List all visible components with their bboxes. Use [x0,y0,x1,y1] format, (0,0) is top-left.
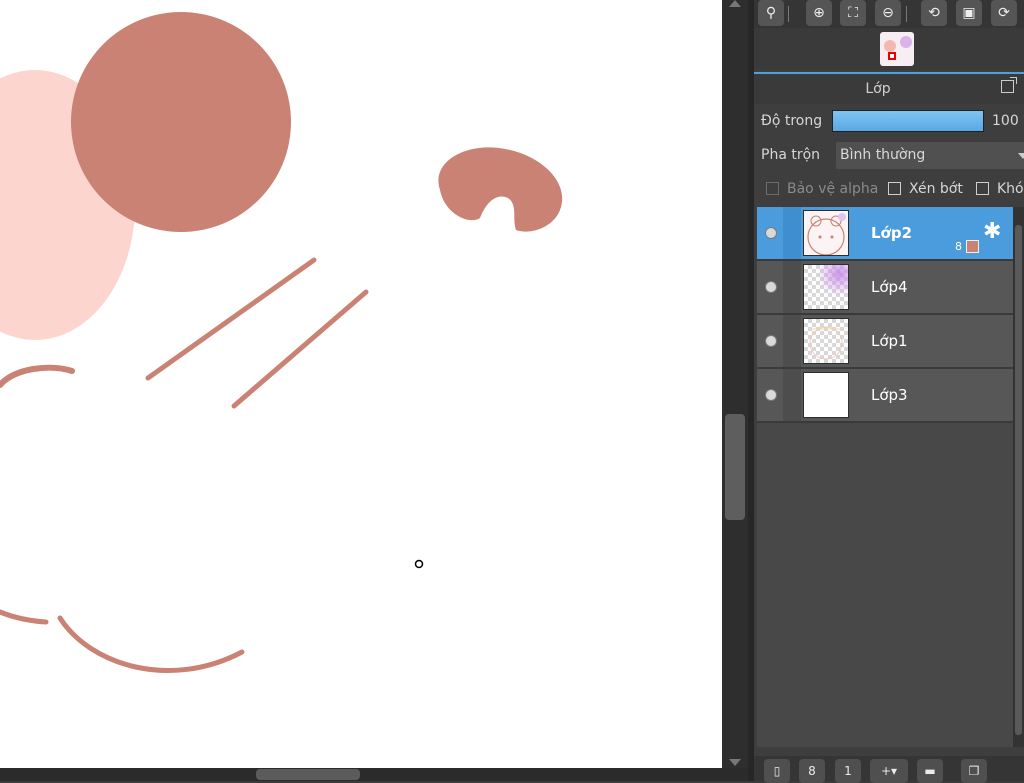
rotate-right-icon[interactable]: ⟳ [991,0,1017,26]
preview-purple-shape [900,36,912,48]
visibility-eye-icon[interactable] [765,389,777,401]
new-8bit-layer-icon[interactable]: 8 [799,759,825,783]
drawing-canvas[interactable] [0,0,722,768]
layer-row-lop2[interactable]: Lớp2 8 ✱ [757,207,1013,261]
clipping-label: Xén bớt [909,181,963,197]
stroke-bottom-left [0,609,49,625]
layer-name: Lớp4 [871,278,908,296]
brush-cursor [414,559,424,569]
canvas-horizontal-scroll-thumb[interactable] [256,769,360,780]
detach-panel-icon[interactable] [1001,77,1017,93]
layer-row-lop4[interactable]: Lớp4 [757,261,1013,315]
layer-name: Lớp2 [871,224,913,242]
layer-thumbnail-art [804,265,848,309]
protect-alpha-label: Bảo vệ alpha [787,181,879,197]
lock-label: Khóa [997,181,1024,197]
layer-option-strip[interactable] [783,315,801,367]
canvas-horizontal-scrollbar[interactable] [0,768,748,781]
opacity-slider[interactable] [832,110,984,132]
layer-thumbnail [803,264,849,310]
toolbar-separator [788,6,789,22]
layer-name: Lớp1 [871,332,908,350]
blend-mode-label: Pha trộn [761,147,821,163]
new-1bit-layer-icon[interactable]: 1 [835,759,861,783]
blend-mode-select[interactable]: Bình thường [836,142,1024,169]
layer-list-scrollbar[interactable] [1013,207,1024,747]
canvas-preview-thumbnail[interactable] [880,32,914,66]
scroll-up-arrow-icon[interactable] [729,0,741,7]
stroke-line-2 [231,289,369,409]
stroke-arc-left [0,364,75,388]
clipping-checkbox[interactable] [888,182,901,195]
canvas-vertical-scrollbar[interactable] [722,0,748,768]
protect-alpha-checkbox[interactable] [766,182,779,195]
visibility-eye-icon[interactable] [765,227,777,239]
brown-circle-shape [71,12,291,232]
chevron-down-icon [1018,153,1024,159]
brown-bean-shape [438,147,563,232]
add-layer-menu-icon[interactable]: +▾ [870,759,908,783]
layer-option-strip[interactable] [783,261,801,313]
layer-panel-title: Lớp [865,81,891,97]
layer-thumbnail-sketch [807,213,846,255]
lock-checkbox[interactable] [976,182,989,195]
layer-option-strip[interactable] [783,207,801,259]
rotate-left-icon[interactable]: ⟲ [921,0,947,26]
scroll-down-arrow-icon[interactable] [729,759,741,766]
opacity-label: Độ trong [761,113,823,129]
layer-row-lop1[interactable]: Lớp1 [757,315,1013,369]
new-layer-icon[interactable]: ▯ [764,759,790,783]
opacity-value: 100 % [992,113,1024,129]
layer-thumbnail [803,318,849,364]
layer-thumbnail [803,372,849,418]
layer-name: Lớp3 [871,386,908,404]
visibility-eye-icon[interactable] [765,335,777,347]
zoom-fit-icon[interactable]: ⚲ [758,0,784,26]
new-folder-icon[interactable]: ▬ [917,759,943,783]
canvas-vertical-scroll-thumb[interactable] [725,414,745,520]
layer-panel-header: Lớp [754,72,1024,104]
zoom-in-icon[interactable]: ⊕ [806,0,832,26]
fullscreen-icon[interactable]: ▣ [956,0,982,26]
layer-panel: ⚲ ⊕ ⛶ ⊖ ⟲ ▣ ⟳ Lớp Độ trong 100 % Pha trộ… [754,0,1024,783]
navigator-preview[interactable] [754,28,1024,70]
fit-window-icon[interactable]: ⛶ [840,0,866,26]
layer-color-swatch[interactable] [966,240,979,253]
stroke-smile [57,615,245,674]
navigator-toolbar: ⚲ ⊕ ⛶ ⊖ ⟲ ▣ ⟳ [754,0,1024,28]
layer-thumbnail [803,210,849,256]
blend-mode-value: Bình thường [840,147,926,163]
layer-bottom-toolbar: ▯ 8 1 +▾ ▬ ❐ [754,756,1024,783]
zoom-out-icon[interactable]: ⊖ [875,0,901,26]
layer-thumbnail-art [809,326,843,360]
view-rect-marker[interactable] [888,52,896,60]
gear-icon[interactable]: ✱ [983,221,1001,243]
visibility-eye-icon[interactable] [765,281,777,293]
canvas-artwork [0,12,563,674]
layer-list: Lớp2 8 ✱ Lớp4 Lớp1 Lớp3 [757,207,1013,747]
preview-pink-shape [884,40,896,52]
duplicate-layer-icon[interactable]: ❐ [961,759,987,783]
layer-count: 8 [955,240,962,253]
layer-list-scroll-thumb[interactable] [1015,225,1022,735]
layer-option-strip[interactable] [783,369,801,421]
layer-row-lop3[interactable]: Lớp3 [757,369,1013,423]
toolbar-separator [906,6,907,22]
